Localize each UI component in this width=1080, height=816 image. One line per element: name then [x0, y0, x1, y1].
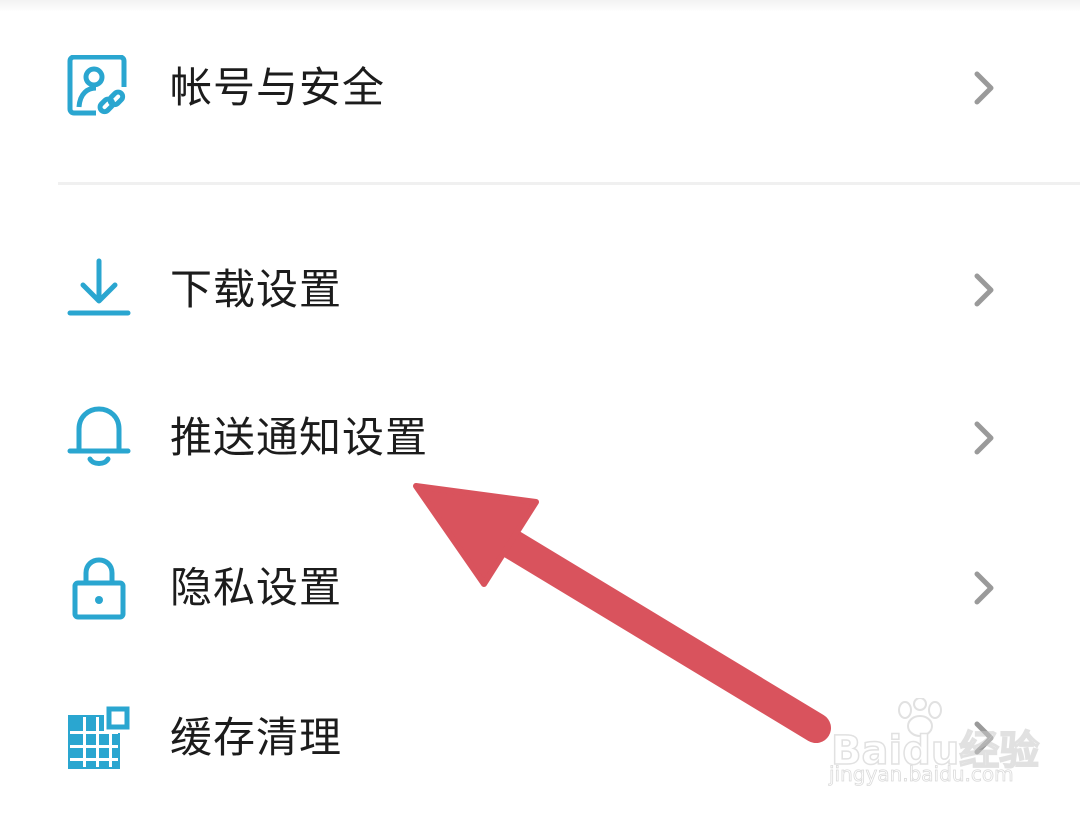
chevron-right-icon [966, 70, 1002, 106]
settings-item-account-security[interactable]: 帐号与安全 [0, 28, 1080, 148]
settings-item-label: 隐私设置 [170, 563, 343, 612]
chevron-right-icon [966, 570, 1002, 606]
watermark-url: jingyan.baidu.com [829, 762, 1014, 787]
chevron-right-icon [966, 272, 1002, 308]
download-icon [66, 257, 132, 323]
top-divider [0, 0, 1080, 12]
settings-item-label: 推送通知设置 [170, 413, 429, 462]
chevron-right-icon [966, 420, 1002, 456]
settings-item-push-notifications[interactable]: 推送通知设置 [0, 378, 1080, 498]
settings-screen: 帐号与安全 下载设置 推送通知设置 隐私设置 缓存清理 Baidu经验 jing… [0, 0, 1080, 816]
account-security-icon [66, 55, 132, 121]
settings-item-label: 帐号与安全 [170, 63, 386, 112]
bell-icon [66, 405, 132, 471]
settings-item-label: 缓存清理 [170, 713, 343, 762]
settings-item-privacy[interactable]: 隐私设置 [0, 528, 1080, 648]
settings-item-download[interactable]: 下载设置 [0, 230, 1080, 350]
cache-grid-icon [66, 705, 132, 771]
baidu-jingyan-watermark: Baidu经验 jingyan.baidu.com [825, 697, 1055, 798]
lock-icon [66, 555, 132, 621]
section-divider [58, 182, 1080, 185]
settings-item-label: 下载设置 [170, 265, 343, 314]
